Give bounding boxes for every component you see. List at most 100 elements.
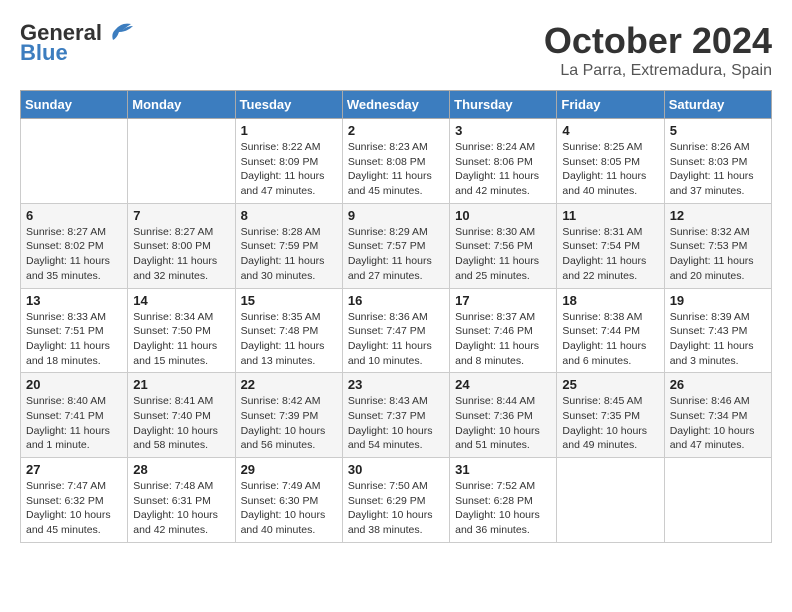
table-row: 8 Sunrise: 8:28 AMSunset: 7:59 PMDaylight… [235, 203, 342, 288]
cell-details: Sunrise: 7:52 AMSunset: 6:28 PMDaylight:… [455, 479, 551, 538]
cell-details: Sunrise: 8:42 AMSunset: 7:39 PMDaylight:… [241, 394, 337, 453]
day-number: 11 [562, 208, 658, 223]
table-row: 15 Sunrise: 8:35 AMSunset: 7:48 PMDayligh… [235, 288, 342, 373]
col-saturday: Saturday [664, 91, 771, 119]
col-monday: Monday [128, 91, 235, 119]
table-row: 4Sunrise: 8:25 AMSunset: 8:05 PMDaylight… [557, 119, 664, 204]
day-number: 9 [348, 208, 444, 223]
day-number: 8 [241, 208, 337, 223]
cell-details: Sunrise: 8:23 AMSunset: 8:08 PMDaylight:… [348, 140, 444, 199]
day-number: 23 [348, 377, 444, 392]
table-row: 25 Sunrise: 8:45 AMSunset: 7:35 PMDayligh… [557, 373, 664, 458]
day-number: 14 [133, 293, 229, 308]
cell-details: Sunrise: 8:43 AMSunset: 7:37 PMDaylight:… [348, 394, 444, 453]
day-number: 12 [670, 208, 766, 223]
day-number: 30 [348, 462, 444, 477]
table-row: 12 Sunrise: 8:32 AMSunset: 7:53 PMDayligh… [664, 203, 771, 288]
day-number: 18 [562, 293, 658, 308]
cell-details: Sunrise: 8:24 AMSunset: 8:06 PMDaylight:… [455, 140, 551, 199]
table-row: 19 Sunrise: 8:39 AMSunset: 7:43 PMDayligh… [664, 288, 771, 373]
table-row: 3 Sunrise: 8:24 AMSunset: 8:06 PMDaylight… [450, 119, 557, 204]
cell-details: Sunrise: 7:48 AMSunset: 6:31 PMDaylight:… [133, 479, 229, 538]
table-row: 26Sunrise: 8:46 AMSunset: 7:34 PMDayligh… [664, 373, 771, 458]
day-number: 1 [241, 123, 337, 138]
table-row: 28Sunrise: 7:48 AMSunset: 6:31 PMDayligh… [128, 458, 235, 543]
table-row: 7Sunrise: 8:27 AMSunset: 8:00 PMDaylight… [128, 203, 235, 288]
cell-details: Sunrise: 8:44 AMSunset: 7:36 PMDaylight:… [455, 394, 551, 453]
day-number: 3 [455, 123, 551, 138]
col-wednesday: Wednesday [342, 91, 449, 119]
cell-details: Sunrise: 8:30 AMSunset: 7:56 PMDaylight:… [455, 225, 551, 284]
table-row: 29 Sunrise: 7:49 AMSunset: 6:30 PMDayligh… [235, 458, 342, 543]
table-row: 22 Sunrise: 8:42 AMSunset: 7:39 PMDayligh… [235, 373, 342, 458]
cell-details: Sunrise: 8:36 AMSunset: 7:47 PMDaylight:… [348, 310, 444, 369]
day-number: 15 [241, 293, 337, 308]
logo-blue-text: Blue [20, 40, 68, 66]
cell-details: Sunrise: 8:31 AMSunset: 7:54 PMDaylight:… [562, 225, 658, 284]
table-row: 1 Sunrise: 8:22 AMSunset: 8:09 PMDaylight… [235, 119, 342, 204]
day-number: 16 [348, 293, 444, 308]
table-row: 11 Sunrise: 8:31 AMSunset: 7:54 PMDayligh… [557, 203, 664, 288]
day-number: 25 [562, 377, 658, 392]
cell-details: Sunrise: 7:49 AMSunset: 6:30 PMDaylight:… [241, 479, 337, 538]
table-row: 20Sunrise: 8:40 AMSunset: 7:41 PMDayligh… [21, 373, 128, 458]
table-row: 14 Sunrise: 8:34 AMSunset: 7:50 PMDayligh… [128, 288, 235, 373]
month-title: October 2024 [544, 20, 772, 62]
day-number: 29 [241, 462, 337, 477]
day-number: 31 [455, 462, 551, 477]
cell-details: Sunrise: 8:27 AMSunset: 8:02 PMDaylight:… [26, 225, 122, 284]
table-row [21, 119, 128, 204]
logo: General Blue [20, 20, 133, 66]
col-sunday: Sunday [21, 91, 128, 119]
day-number: 24 [455, 377, 551, 392]
logo-bird-icon [105, 20, 133, 42]
calendar-week-row: 6 Sunrise: 8:27 AMSunset: 8:02 PMDaylight… [21, 203, 772, 288]
table-row: 31 Sunrise: 7:52 AMSunset: 6:28 PMDayligh… [450, 458, 557, 543]
cell-details: Sunrise: 8:35 AMSunset: 7:48 PMDaylight:… [241, 310, 337, 369]
table-row: 27 Sunrise: 7:47 AMSunset: 6:32 PMDayligh… [21, 458, 128, 543]
cell-details: Sunrise: 8:26 AMSunset: 8:03 PMDaylight:… [670, 140, 766, 199]
page-header: General Blue October 2024 La Parra, Extr… [20, 20, 772, 80]
table-row: 21 Sunrise: 8:41 AMSunset: 7:40 PMDayligh… [128, 373, 235, 458]
day-number: 19 [670, 293, 766, 308]
calendar-table: Sunday Monday Tuesday Wednesday Thursday… [20, 90, 772, 543]
table-row: 13 Sunrise: 8:33 AMSunset: 7:51 PMDayligh… [21, 288, 128, 373]
day-number: 13 [26, 293, 122, 308]
col-friday: Friday [557, 91, 664, 119]
table-row: 5 Sunrise: 8:26 AMSunset: 8:03 PMDaylight… [664, 119, 771, 204]
table-row [557, 458, 664, 543]
cell-details: Sunrise: 8:45 AMSunset: 7:35 PMDaylight:… [562, 394, 658, 453]
cell-details: Sunrise: 8:29 AMSunset: 7:57 PMDaylight:… [348, 225, 444, 284]
col-thursday: Thursday [450, 91, 557, 119]
cell-details: Sunrise: 8:46 AMSunset: 7:34 PMDaylight:… [670, 394, 766, 453]
day-number: 27 [26, 462, 122, 477]
cell-details: Sunrise: 7:47 AMSunset: 6:32 PMDaylight:… [26, 479, 122, 538]
cell-details: Sunrise: 8:34 AMSunset: 7:50 PMDaylight:… [133, 310, 229, 369]
day-number: 10 [455, 208, 551, 223]
title-section: October 2024 La Parra, Extremadura, Spai… [544, 20, 772, 80]
cell-details: Sunrise: 8:27 AMSunset: 8:00 PMDaylight:… [133, 225, 229, 284]
cell-details: Sunrise: 8:39 AMSunset: 7:43 PMDaylight:… [670, 310, 766, 369]
calendar-week-row: 1 Sunrise: 8:22 AMSunset: 8:09 PMDaylight… [21, 119, 772, 204]
calendar-week-row: 20Sunrise: 8:40 AMSunset: 7:41 PMDayligh… [21, 373, 772, 458]
cell-details: Sunrise: 8:41 AMSunset: 7:40 PMDaylight:… [133, 394, 229, 453]
col-tuesday: Tuesday [235, 91, 342, 119]
location-title: La Parra, Extremadura, Spain [544, 62, 772, 80]
day-number: 6 [26, 208, 122, 223]
cell-details: Sunrise: 8:32 AMSunset: 7:53 PMDaylight:… [670, 225, 766, 284]
day-number: 5 [670, 123, 766, 138]
cell-details: Sunrise: 8:38 AMSunset: 7:44 PMDaylight:… [562, 310, 658, 369]
table-row: 10 Sunrise: 8:30 AMSunset: 7:56 PMDayligh… [450, 203, 557, 288]
day-number: 21 [133, 377, 229, 392]
cell-details: Sunrise: 8:22 AMSunset: 8:09 PMDaylight:… [241, 140, 337, 199]
table-row [664, 458, 771, 543]
day-number: 22 [241, 377, 337, 392]
calendar-week-row: 13 Sunrise: 8:33 AMSunset: 7:51 PMDayligh… [21, 288, 772, 373]
calendar-header-row: Sunday Monday Tuesday Wednesday Thursday… [21, 91, 772, 119]
calendar-week-row: 27 Sunrise: 7:47 AMSunset: 6:32 PMDayligh… [21, 458, 772, 543]
cell-details: Sunrise: 7:50 AMSunset: 6:29 PMDaylight:… [348, 479, 444, 538]
day-number: 4 [562, 123, 658, 138]
day-number: 2 [348, 123, 444, 138]
cell-details: Sunrise: 8:33 AMSunset: 7:51 PMDaylight:… [26, 310, 122, 369]
cell-details: Sunrise: 8:28 AMSunset: 7:59 PMDaylight:… [241, 225, 337, 284]
